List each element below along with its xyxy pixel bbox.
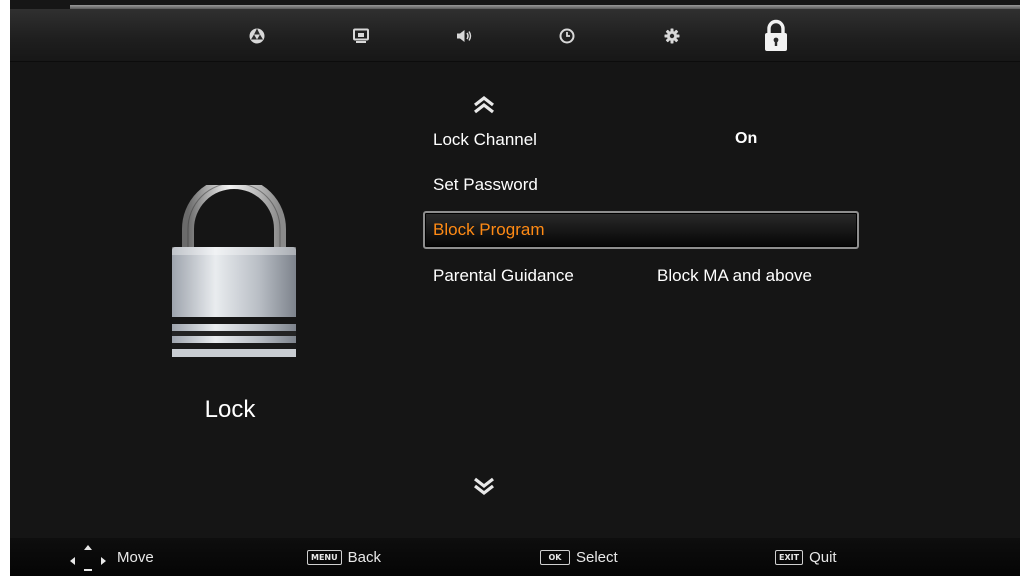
hint-move: Move: [65, 538, 154, 576]
tv-menu-screen: Lock Lock Channel On Set Password Block …: [10, 0, 1020, 576]
padlock-icon: [172, 185, 296, 357]
hint-quit-label: Quit: [809, 548, 837, 566]
hint-move-label: Move: [117, 548, 154, 566]
tab-setup[interactable]: [652, 9, 692, 62]
category-tab-bar: [10, 9, 1020, 62]
clock-icon: [559, 28, 575, 43]
menu-item-value: Block MA and above: [657, 266, 812, 285]
menu-item-label: Parental Guidance: [433, 266, 574, 285]
menu-item-value: On: [735, 130, 758, 147]
tab-lock[interactable]: [755, 9, 797, 62]
tab-time[interactable]: [547, 9, 587, 62]
lock-icon: [765, 19, 787, 51]
hint-select-label: Select: [576, 548, 618, 566]
menu-item-block-program[interactable]: Block Program: [423, 211, 859, 249]
gear-icon: [664, 28, 680, 43]
sound-icon: [457, 29, 472, 42]
ok-key-icon: OK: [540, 549, 570, 565]
page-title: Lock: [204, 396, 256, 423]
main-panel: Lock Lock Channel On Set Password Block …: [10, 62, 1020, 538]
menu-item-parental-guidance[interactable]: Parental Guidance Block MA and above: [423, 257, 859, 295]
menu-item-label: Lock Channel: [433, 130, 537, 149]
screen-icon: [353, 28, 369, 43]
menu-item-lock-channel[interactable]: Lock Channel On: [423, 121, 859, 159]
menu-item-label: Block Program: [433, 220, 545, 239]
menu-key-icon: MENU: [307, 549, 342, 565]
tab-screen[interactable]: [341, 9, 381, 62]
menu-item-label: Set Password: [433, 175, 538, 194]
picture-icon: [249, 28, 265, 43]
hint-back-label: Back: [347, 548, 381, 566]
key-hint-bar: Move MENU Back OK Select EXIT Quit: [10, 538, 1020, 576]
hint-back: MENU Back: [307, 538, 381, 576]
double-chevron-up-icon[interactable]: [472, 95, 496, 115]
menu-item-set-password[interactable]: Set Password: [423, 166, 859, 204]
tab-sound[interactable]: [444, 9, 484, 62]
tab-picture[interactable]: [237, 9, 277, 62]
double-chevron-down-icon[interactable]: [472, 476, 496, 496]
hint-quit: EXIT Quit: [775, 538, 837, 576]
hint-select: OK Select: [540, 538, 618, 576]
exit-key-icon: EXIT: [775, 549, 804, 565]
dpad-arrows-icon: [70, 545, 106, 571]
